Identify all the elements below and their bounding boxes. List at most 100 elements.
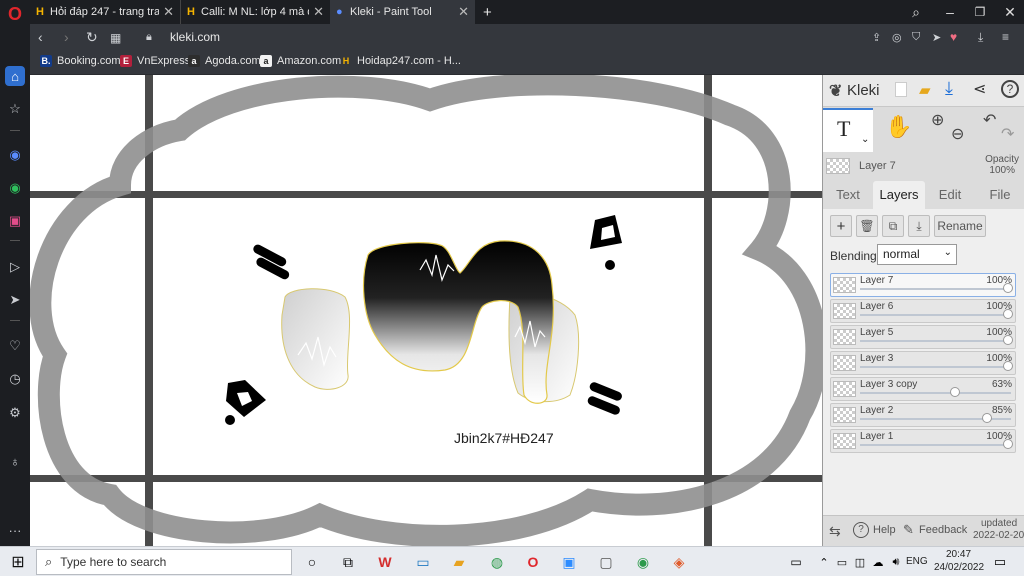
delete-layer-button[interactable]: 🗑︎ [856,215,878,237]
windows-start-icon[interactable]: ⊞ [8,552,28,572]
tab-layers[interactable]: Layers [873,181,925,209]
opacity-slider-knob[interactable] [1003,283,1013,293]
zoom-in-icon[interactable]: ⊕ [931,110,944,130]
hand-tool-icon[interactable]: ✋ [885,114,912,140]
back-icon[interactable]: ‹ [38,29,43,45]
cloud-icon[interactable]: ☁ [868,552,888,572]
share-icon[interactable]: ⇪ [872,31,881,44]
opacity-slider-knob[interactable] [1003,439,1013,449]
add-layer-button[interactable]: + [830,215,852,237]
blending-select[interactable]: normal ⌄ [877,244,957,265]
opacity-slider-knob[interactable] [1003,309,1013,319]
wps-icon[interactable]: W [375,552,395,572]
merge-down-button[interactable]: ⤓ [908,215,930,237]
history-icon[interactable]: ◷ [5,369,25,389]
help-icon[interactable]: ? [1001,80,1019,98]
star-icon[interactable]: ☆ [5,99,25,119]
bookmark-booking[interactable]: B. Booking.com [40,55,121,67]
drawing-canvas[interactable]: Jbin2k7#HĐ247 [30,75,822,546]
cortana-icon[interactable]: ○ [302,552,322,572]
opera-logo-icon[interactable]: O [5,4,25,24]
opacity-slider-knob[interactable] [981,413,992,423]
tab-hoidap[interactable]: H Hỏi đáp 247 - trang tra loi ✕ [30,0,180,24]
zoom-icon[interactable]: ▣ [559,552,579,572]
ccleaner-icon[interactable]: ◈ [669,552,689,572]
opacity-slider-track[interactable] [860,366,1011,368]
new-file-icon[interactable] [895,82,907,97]
tab-grid-icon[interactable]: ▦ [110,31,121,45]
tab-calli[interactable]: H Calli: M NL: lớp 4 mà đã gọ ✕ [180,0,330,24]
file-explorer-icon[interactable]: ▰ [449,552,469,572]
new-tab-button[interactable]: + [477,0,497,24]
reload-icon[interactable]: ↻ [86,29,98,46]
zoom-out-icon[interactable]: ⊖ [951,124,964,144]
task-view-icon[interactable]: ⧉ [338,552,358,572]
opacity-slider-track[interactable] [860,340,1011,342]
bookmark-vnexpress[interactable]: E VnExpress [120,55,190,67]
whatsapp-icon[interactable]: ◉ [5,178,25,198]
chevron-up-icon[interactable]: ⌃ [814,552,834,572]
more-icon[interactable]: ··· [5,520,25,540]
forward-icon[interactable]: › [64,29,69,45]
tray-icon[interactable]: ▭ [786,552,806,572]
home-icon[interactable]: ⌂ [5,66,25,86]
send-icon[interactable]: ➤ [5,290,25,310]
download-icon[interactable]: ⤓ [945,78,953,99]
close-tab-icon[interactable]: ✕ [458,4,469,20]
paint-app-icon[interactable]: ◉ [633,552,653,572]
app-icon[interactable]: ▢ [596,552,616,572]
settings-icon[interactable]: ⚙ [5,403,25,423]
opera-icon[interactable]: O [523,552,543,572]
notifications-icon[interactable]: ▭ [990,552,1010,572]
layer-row[interactable]: Layer 6 100% [830,299,1016,323]
search-tabs-icon[interactable]: ⌕ [906,2,926,22]
share-icon[interactable]: ⋖ [973,79,986,99]
opacity-slider-track[interactable] [860,314,1011,316]
close-window-icon[interactable]: ✕ [1000,2,1020,22]
opacity-slider-track[interactable] [860,392,1011,394]
menu-icon[interactable]: ≡ [1002,30,1009,44]
duplicate-layer-button[interactable]: ⧉ [882,215,904,237]
restore-icon[interactable]: ❐ [970,2,990,22]
taskbar-search[interactable]: ⌕ Type here to search [36,549,292,575]
text-tool[interactable]: T ⌄ [823,108,873,152]
clock-date[interactable]: 24/02/2022 [934,562,984,573]
bookmark-hoidap[interactable]: H Hoidap247.com - H... [340,55,461,67]
layer-row[interactable]: Layer 3 100% [830,351,1016,375]
bookmark-agoda[interactable]: a Agoda.com [188,55,261,67]
opacity-slider-knob[interactable] [950,387,961,397]
heart-icon[interactable]: ♡ [5,336,25,356]
feedback-link[interactable]: Feedback [919,524,967,536]
opacity-slider-knob[interactable] [1003,361,1013,371]
minimize-icon[interactable]: – [940,2,960,22]
layer-row[interactable]: Layer 7 100% [830,273,1016,297]
tab-edit[interactable]: Edit [925,181,975,209]
url-field[interactable]: kleki.com [170,30,220,44]
bookmark-amazon[interactable]: a Amazon.com [260,55,341,67]
lightbulb-icon[interactable]: ♁ [5,451,25,471]
volume-icon[interactable]: 🔊︎ [886,552,906,572]
heart-icon[interactable]: ♥ [950,30,957,44]
messenger-icon[interactable]: ◉ [5,145,25,165]
network-icon[interactable]: ◫ [850,552,870,572]
layer-row[interactable]: Layer 5 100% [830,325,1016,349]
instagram-icon[interactable]: ▣ [5,211,25,231]
opacity-slider-knob[interactable] [1003,335,1013,345]
opacity-slider-track[interactable] [860,288,1011,290]
language-indicator[interactable]: ENG [906,556,928,567]
layer-row[interactable]: Layer 3 copy 63% [830,377,1016,401]
swap-icon[interactable]: ⇆ [829,523,841,540]
battery-icon[interactable]: ▭ [832,552,852,572]
close-tab-icon[interactable]: ✕ [313,4,324,20]
computer-icon[interactable]: ▭ [413,552,433,572]
undo-icon[interactable]: ↶ [983,110,996,130]
chrome-icon[interactable]: ◍ [487,552,507,572]
camera-icon[interactable]: ◎ [892,31,902,44]
tab-kleki[interactable]: ● Kleki - Paint Tool ✕ [330,0,475,24]
download-icon[interactable]: ⤓ [978,30,983,45]
player-icon[interactable]: ▷ [5,257,25,277]
layer-row[interactable]: Layer 2 85% [830,403,1016,427]
rename-button[interactable]: Rename [934,215,986,237]
close-tab-icon[interactable]: ✕ [163,4,174,20]
send-icon[interactable]: ➤ [932,31,941,44]
